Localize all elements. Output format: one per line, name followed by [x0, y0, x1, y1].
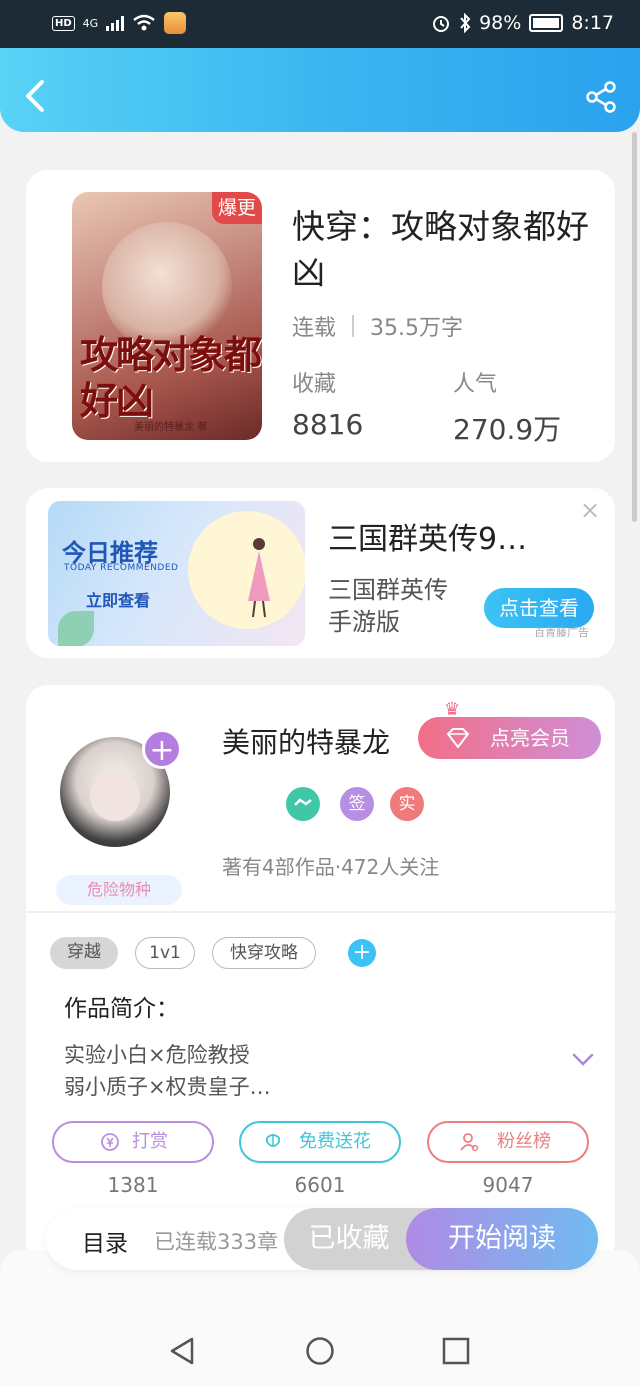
book-cover[interactable]: 攻略对象都好凶 美丽的特暴龙 著 爆更	[72, 192, 262, 440]
flower-count: 6601	[294, 1173, 346, 1197]
signed-badge: 签	[340, 787, 374, 821]
system-nav-bar	[0, 1250, 640, 1387]
status-left: HD 4G	[52, 12, 187, 34]
tip-label: 打赏	[132, 1131, 168, 1152]
wifi-icon	[133, 14, 155, 31]
fans-icon	[460, 1133, 479, 1152]
nav-back-icon[interactable]	[168, 1336, 198, 1366]
cover-author-art: 美丽的特暴龙 著	[134, 422, 208, 433]
fans-count: 9047	[482, 1173, 534, 1197]
send-flower-button[interactable]: 免费送花	[239, 1121, 401, 1163]
tip-button[interactable]: 打赏	[52, 1121, 214, 1163]
favorited-label: 已收藏	[308, 1223, 390, 1254]
share-icon[interactable]	[584, 80, 618, 114]
book-status: 连载	[292, 316, 337, 341]
app-header	[0, 48, 640, 132]
cover-title-art: 攻略对象都好凶	[80, 332, 262, 423]
update-badge: 爆更	[212, 192, 262, 224]
intro-line: 实验小白×危险教授	[64, 1043, 250, 1067]
fans-label: 粉丝榜	[497, 1131, 551, 1152]
word-count: 35.5万字	[370, 316, 464, 341]
favorites-label: 收藏	[292, 372, 337, 397]
network-type: 4G	[82, 16, 99, 30]
girl-illustration-icon	[248, 538, 270, 618]
intro-label: 作品简介：	[64, 996, 179, 1022]
nav-home-icon[interactable]	[305, 1336, 335, 1366]
vip-button[interactable]: 点亮会员	[418, 717, 601, 759]
flower-label: 免费送花	[299, 1131, 371, 1152]
book-title: 快穿：攻略对象都好凶	[292, 207, 589, 292]
status-bar: HD 4G 98% 8:17	[0, 0, 640, 48]
chevron-down-icon[interactable]	[572, 1053, 594, 1067]
flower-icon	[266, 1134, 280, 1147]
popularity-value: 270.9万	[453, 413, 562, 446]
author-card: + 危险物种 美丽的特暴龙 ♛ 点亮会员 签 实 著有4部作品·472人关注 穿…	[26, 685, 615, 1265]
app-notification-icon	[164, 12, 187, 34]
nav-recents-icon[interactable]	[441, 1336, 471, 1366]
coin-icon	[101, 1133, 119, 1151]
tip-count: 1381	[107, 1173, 159, 1197]
verified-badge: 实	[390, 787, 424, 821]
scrollbar[interactable]	[632, 132, 637, 522]
handshake-badge-icon	[286, 787, 320, 821]
clock: 8:17	[571, 12, 614, 34]
start-reading-button[interactable]: 开始阅读	[406, 1208, 598, 1270]
book-info-card: 攻略对象都好凶 美丽的特暴龙 著 爆更 快穿：攻略对象都好凶 连载 35.5万字…	[26, 170, 615, 462]
favorites-value: 8816	[292, 408, 364, 441]
meta-divider	[352, 315, 355, 337]
hd-icon: HD	[52, 15, 75, 31]
diamond-icon	[446, 728, 470, 749]
add-tag-icon[interactable]: +	[348, 939, 376, 967]
close-icon[interactable]: ×	[580, 496, 600, 524]
follow-plus-icon[interactable]: +	[142, 729, 182, 769]
ad-subtitle: 三国群英传手游版	[328, 576, 448, 636]
bluetooth-icon	[460, 13, 471, 33]
intro-line: 弱小质子×权贵皇子…	[64, 1075, 271, 1099]
alarm-icon	[433, 16, 450, 32]
chapter-count[interactable]: 已连载333章	[154, 1226, 278, 1256]
tag-chip[interactable]: 快穿攻略	[212, 937, 316, 969]
avatar-face	[90, 771, 140, 821]
battery-icon	[529, 14, 564, 32]
author-stats: 著有4部作品·472人关注	[222, 855, 440, 879]
battery-percent: 98%	[479, 12, 522, 34]
popularity-label: 人气	[453, 372, 498, 397]
leaf-decoration	[58, 611, 94, 646]
signal-icon	[106, 15, 125, 31]
tag-chip[interactable]: 1v1	[135, 937, 195, 969]
ad-card[interactable]: 今日推荐 TODAY RECOMMENDED 立即查看 三国群英传9… 三国群英…	[26, 488, 615, 658]
fans-rank-button[interactable]: 粉丝榜	[427, 1121, 589, 1163]
author-tag: 危险物种	[56, 875, 182, 905]
ad-title: 三国群英传9…	[328, 522, 528, 557]
ad-banner-subtitle: TODAY RECOMMENDED	[64, 563, 179, 573]
author-name[interactable]: 美丽的特暴龙	[222, 721, 390, 761]
ad-banner-cta: 立即查看	[86, 591, 151, 610]
ad-source: 百青藤广告	[534, 626, 589, 639]
ad-view-button[interactable]: 点击查看	[484, 588, 594, 628]
status-right: 98% 8:17	[431, 12, 614, 34]
back-icon[interactable]	[20, 78, 50, 114]
tag-chip[interactable]: 穿越	[50, 937, 118, 969]
vip-label: 点亮会员	[490, 726, 570, 750]
book-meta: 连载 35.5万字	[292, 310, 463, 342]
toc-button[interactable]: 目录	[82, 1224, 128, 1258]
ad-banner[interactable]: 今日推荐 TODAY RECOMMENDED 立即查看	[48, 501, 305, 646]
bottom-action-bar: 目录 已连载333章 已收藏 开始阅读	[46, 1208, 598, 1270]
section-divider	[26, 911, 615, 913]
